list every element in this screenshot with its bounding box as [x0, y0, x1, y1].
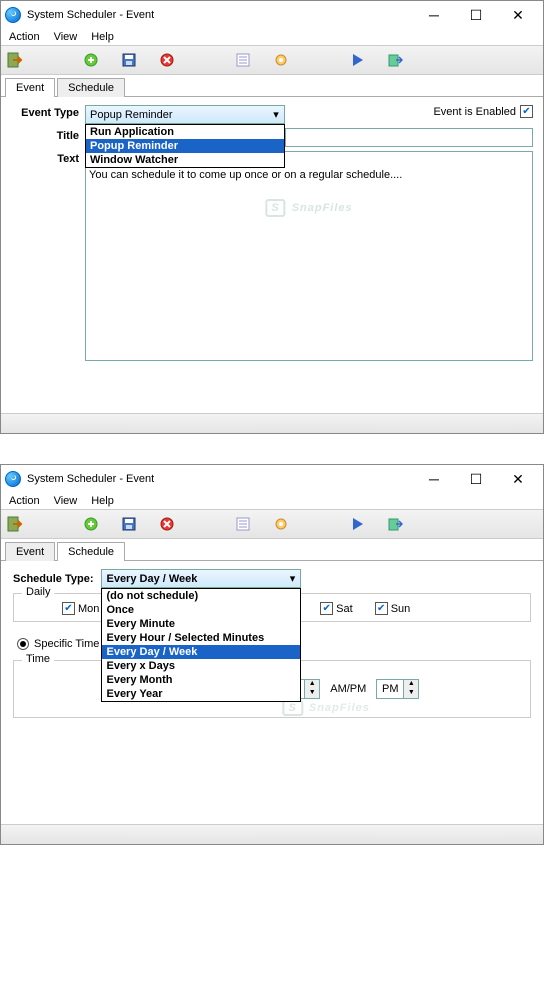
- menu-help[interactable]: Help: [91, 31, 114, 43]
- sat-label: Sat: [336, 603, 353, 615]
- option-every-month[interactable]: Every Month: [102, 673, 300, 687]
- play-icon[interactable]: [347, 514, 367, 534]
- specific-time-label: Specific Time: [34, 638, 99, 650]
- settings-icon[interactable]: [271, 50, 291, 70]
- event-enabled-checkbox[interactable]: ✔: [520, 105, 533, 118]
- title-label: Title: [11, 128, 85, 142]
- delete-icon[interactable]: [157, 50, 177, 70]
- event-type-label: Event Type: [11, 105, 85, 119]
- menu-action[interactable]: Action: [9, 31, 40, 43]
- chevron-down-icon[interactable]: ▾: [268, 106, 284, 123]
- window-event: System Scheduler - Event ─ ☐ ✕ Action Vi…: [0, 0, 544, 434]
- statusbar: [1, 413, 543, 433]
- export-icon[interactable]: [385, 514, 405, 534]
- option-every-hour[interactable]: Every Hour / Selected Minutes: [102, 631, 300, 645]
- minimize-button[interactable]: ─: [413, 3, 455, 27]
- sun-checkbox[interactable]: ✔: [375, 602, 388, 615]
- tab-schedule[interactable]: Schedule: [57, 78, 125, 97]
- watermark: SSnapFiles: [265, 197, 352, 217]
- window-schedule: System Scheduler - Event ─ ☐ ✕ Action Vi…: [0, 464, 544, 845]
- option-every-x-days[interactable]: Every x Days: [102, 659, 300, 673]
- chevron-down-icon[interactable]: ▾: [284, 570, 300, 587]
- ampm-input[interactable]: [377, 680, 403, 698]
- sun-label: Sun: [391, 603, 411, 615]
- window-title: System Scheduler - Event: [27, 9, 413, 21]
- settings-icon[interactable]: [271, 514, 291, 534]
- option-every-minute[interactable]: Every Minute: [102, 617, 300, 631]
- titlebar: System Scheduler - Event ─ ☐ ✕: [1, 1, 543, 29]
- text-input[interactable]: This is a sample popup reminder! You can…: [85, 151, 533, 361]
- schedule-type-dropdown: (do not schedule) Once Every Minute Ever…: [101, 588, 301, 702]
- mon-checkbox[interactable]: ✔: [62, 602, 75, 615]
- event-type-value: Popup Reminder: [90, 109, 173, 121]
- play-icon[interactable]: [347, 50, 367, 70]
- option-every-year[interactable]: Every Year: [102, 687, 300, 701]
- app-icon: [5, 471, 21, 487]
- daily-legend: Daily: [22, 586, 54, 598]
- menu-view[interactable]: View: [54, 31, 78, 43]
- text-line2: You can schedule it to come up once or o…: [89, 168, 529, 182]
- app-icon: [5, 7, 21, 23]
- sat-checkbox[interactable]: ✔: [320, 602, 333, 615]
- menubar-2: Action View Help: [1, 493, 543, 509]
- window-title-2: System Scheduler - Event: [27, 473, 413, 485]
- exit-icon[interactable]: [5, 50, 25, 70]
- close-button[interactable]: ✕: [497, 3, 539, 27]
- titlebar-2: System Scheduler - Event ─ ☐ ✕: [1, 465, 543, 493]
- event-type-dropdown: Run Application Popup Reminder Window Wa…: [85, 124, 285, 168]
- tab-event[interactable]: Event: [5, 78, 55, 97]
- option-run-application[interactable]: Run Application: [86, 125, 284, 139]
- schedule-type-value: Every Day / Week: [106, 573, 197, 585]
- statusbar-2: [1, 824, 543, 844]
- option-every-day-week[interactable]: Every Day / Week: [102, 645, 300, 659]
- text-label: Text: [11, 151, 85, 165]
- toolbar-2: [1, 509, 543, 539]
- ampm-spinner[interactable]: ▲▼: [376, 679, 419, 699]
- list-icon[interactable]: [233, 50, 253, 70]
- title-input[interactable]: [285, 128, 533, 147]
- toolbar: [1, 45, 543, 75]
- maximize-button[interactable]: ☐: [455, 467, 497, 491]
- tabs-2: Event Schedule: [1, 541, 543, 561]
- export-icon[interactable]: [385, 50, 405, 70]
- event-enabled-label: Event is Enabled: [433, 106, 516, 118]
- save-icon[interactable]: [119, 514, 139, 534]
- mm-down[interactable]: ▼: [305, 689, 319, 698]
- close-button[interactable]: ✕: [497, 467, 539, 491]
- schedule-type-combo[interactable]: Every Day / Week ▾ (do not schedule) Onc…: [101, 569, 301, 588]
- add-icon[interactable]: [81, 50, 101, 70]
- ampm-up[interactable]: ▲: [404, 680, 418, 689]
- ampm-label: AM/PM: [330, 683, 366, 695]
- specific-time-radio[interactable]: [17, 638, 29, 650]
- minimize-button[interactable]: ─: [413, 467, 455, 491]
- delete-icon[interactable]: [157, 514, 177, 534]
- time-legend: Time: [22, 653, 54, 665]
- tabs: Event Schedule: [1, 77, 543, 97]
- mm-up[interactable]: ▲: [305, 680, 319, 689]
- option-window-watcher[interactable]: Window Watcher: [86, 153, 284, 167]
- ampm-down[interactable]: ▼: [404, 689, 418, 698]
- list-icon[interactable]: [233, 514, 253, 534]
- maximize-button[interactable]: ☐: [455, 3, 497, 27]
- option-popup-reminder[interactable]: Popup Reminder: [86, 139, 284, 153]
- option-once[interactable]: Once: [102, 603, 300, 617]
- mon-label: Mon: [78, 603, 99, 615]
- exit-icon[interactable]: [5, 514, 25, 534]
- event-type-combo[interactable]: Popup Reminder ▾ Run Application Popup R…: [85, 105, 285, 124]
- add-icon[interactable]: [81, 514, 101, 534]
- menubar: Action View Help: [1, 29, 543, 45]
- menu-action[interactable]: Action: [9, 495, 40, 507]
- tab-event[interactable]: Event: [5, 542, 55, 561]
- menu-help[interactable]: Help: [91, 495, 114, 507]
- tab-schedule[interactable]: Schedule: [57, 542, 125, 561]
- option-do-not-schedule[interactable]: (do not schedule): [102, 589, 300, 603]
- menu-view[interactable]: View: [54, 495, 78, 507]
- save-icon[interactable]: [119, 50, 139, 70]
